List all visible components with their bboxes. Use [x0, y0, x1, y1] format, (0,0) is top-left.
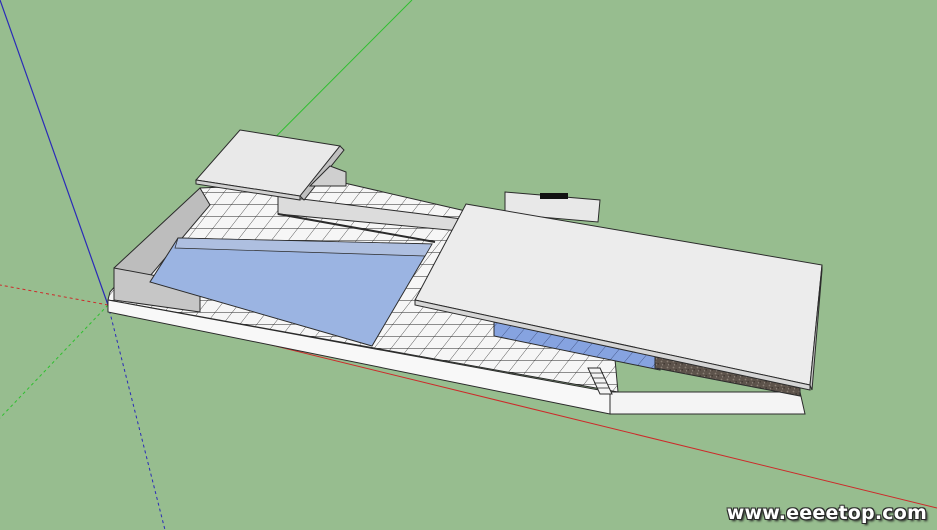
watermark-text: www.eeeetop.com [726, 502, 927, 524]
service-unit [540, 193, 568, 199]
3d-viewport[interactable] [0, 0, 937, 530]
